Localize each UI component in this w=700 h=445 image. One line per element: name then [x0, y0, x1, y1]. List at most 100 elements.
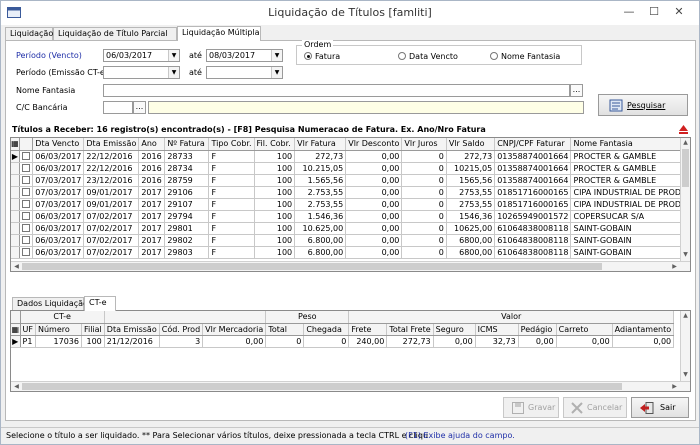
- checkbox-icon[interactable]: [22, 199, 31, 208]
- close-button[interactable]: ✕: [667, 3, 691, 21]
- tab-liquidacao-parcial[interactable]: Liquidação de Título Parcial: [53, 27, 177, 41]
- cte-horizontal-scrollbar[interactable]: ◀ ▶: [11, 381, 690, 391]
- chevron-down-icon[interactable]: ▼: [168, 50, 179, 61]
- checkbox-icon[interactable]: [22, 163, 31, 172]
- tab-dados-liquidacao[interactable]: Dados Liquidação: [12, 297, 88, 311]
- col-total-frete[interactable]: Total Frete: [386, 323, 434, 336]
- scroll-right-icon[interactable]: ▶: [670, 262, 679, 271]
- scroll-down-icon[interactable]: ▼: [681, 371, 690, 380]
- table-row[interactable]: 06/03/2017 07/02/2017 2017 29794 F 100 1.546,3…: [11, 210, 690, 223]
- row-checkbox[interactable]: [19, 210, 34, 223]
- titulos-horizontal-scrollbar[interactable]: ◀ ▶: [11, 261, 690, 271]
- periodo-emissao-from[interactable]: ▼: [103, 66, 180, 79]
- col-n-fatura[interactable]: Nº Fatura: [164, 138, 210, 151]
- tab-cte[interactable]: CT-e: [84, 296, 116, 311]
- scroll-thumb[interactable]: [22, 263, 602, 270]
- col-peso-total[interactable]: Total: [265, 323, 305, 336]
- scroll-left-icon[interactable]: ◀: [12, 382, 21, 391]
- row-checkbox[interactable]: [19, 246, 34, 259]
- radio-fatura[interactable]: Fatura: [304, 52, 340, 61]
- radio-nome-fantasia[interactable]: Nome Fantasia: [490, 52, 560, 61]
- cc-bancaria-input[interactable]: [103, 101, 133, 114]
- checkbox-icon[interactable]: [22, 211, 31, 220]
- titulos-vertical-scrollbar[interactable]: ▲ ▼: [680, 138, 690, 261]
- col-uf[interactable]: UF: [20, 323, 36, 336]
- nome-fantasia-lookup-button[interactable]: ...: [570, 84, 583, 97]
- table-row[interactable]: 07/03/2017 23/12/2016 2016 28759 F 100 1.565,5…: [11, 174, 690, 187]
- checkbox-icon[interactable]: [22, 175, 31, 184]
- col-vlr-juros[interactable]: Vlr Juros: [401, 138, 447, 151]
- col-carreto[interactable]: Carreto: [556, 323, 613, 336]
- col-dta-emissao[interactable]: Dta Emissão: [83, 138, 140, 151]
- scroll-thumb[interactable]: [682, 149, 689, 187]
- col-nome-fantasia[interactable]: Nome Fantasia: [570, 138, 690, 151]
- chevron-down-icon[interactable]: ▼: [168, 67, 179, 78]
- table-row[interactable]: 07/03/2017 09/01/2017 2017 29107 F 100 2.753,5…: [11, 198, 690, 211]
- sair-button[interactable]: Sair: [631, 397, 689, 418]
- table-row[interactable]: 06/03/2017 07/02/2017 2017 29803 F 100 6.800,0…: [11, 246, 690, 259]
- tab-liquidacao[interactable]: Liquidação: [5, 27, 53, 41]
- col-icms[interactable]: ICMS: [475, 323, 519, 336]
- table-row[interactable]: 06/03/2017 07/02/2017 2017 29802 F 100 6.800,0…: [11, 234, 690, 247]
- table-row[interactable]: 06/03/2017 07/02/2017 2017 29801 F 100 10.625,…: [11, 222, 690, 235]
- cte-vertical-scrollbar[interactable]: ▲ ▼: [680, 311, 690, 381]
- col-peso-chegada[interactable]: Chegada: [303, 323, 350, 336]
- col-frete[interactable]: Frete: [348, 323, 388, 336]
- row-checkbox[interactable]: [19, 174, 34, 187]
- periodo-vencto-to[interactable]: 08/03/2017 ▼: [206, 49, 283, 62]
- scroll-right-icon[interactable]: ▶: [670, 382, 679, 391]
- checkbox-icon[interactable]: [22, 235, 31, 244]
- chevron-down-icon[interactable]: ▼: [271, 67, 282, 78]
- col-fil-cobr[interactable]: Fil. Cobr.: [254, 138, 296, 151]
- table-row[interactable]: 07/03/2017 09/01/2017 2017 29106 F 100 2.753,5…: [11, 186, 690, 199]
- row-checkbox[interactable]: [19, 234, 34, 247]
- tab-liquidacao-multipla[interactable]: Liquidação Múltipla: [177, 26, 261, 41]
- col-adiantamento[interactable]: Adiantamento: [612, 323, 675, 336]
- arrow-up-icon[interactable]: [679, 125, 688, 134]
- periodo-emissao-to[interactable]: ▼: [206, 66, 283, 79]
- minimize-button[interactable]: —: [617, 3, 641, 21]
- maximize-button[interactable]: ☐: [642, 3, 666, 21]
- checkbox-icon[interactable]: [22, 223, 31, 232]
- col-ano[interactable]: Ano: [138, 138, 166, 151]
- col-seguro[interactable]: Seguro: [433, 323, 476, 336]
- checkbox-icon[interactable]: [22, 151, 31, 160]
- table-row[interactable]: 06/03/2017 22/12/2016 2016 28734 F 100 10.215,…: [11, 162, 690, 175]
- periodo-vencto-from[interactable]: 06/03/2017 ▼: [103, 49, 180, 62]
- scroll-thumb[interactable]: [22, 383, 622, 390]
- row-checkbox[interactable]: [19, 150, 34, 163]
- row-checkbox[interactable]: [19, 198, 34, 211]
- select-all-icon[interactable]: ▦: [11, 323, 21, 336]
- row-checkbox[interactable]: [19, 162, 34, 175]
- scroll-up-icon[interactable]: ▲: [681, 139, 690, 148]
- checkbox-icon[interactable]: [22, 187, 31, 196]
- scroll-down-icon[interactable]: ▼: [681, 251, 690, 260]
- col-numero[interactable]: Número: [35, 323, 82, 336]
- cancelar-button[interactable]: Cancelar: [563, 397, 627, 418]
- scroll-up-icon[interactable]: ▲: [681, 312, 690, 321]
- row-checkbox[interactable]: [19, 186, 34, 199]
- col-dta-vencto[interactable]: Dta Vencto: [32, 138, 85, 151]
- col-filial[interactable]: Filial: [81, 323, 105, 336]
- chevron-down-icon[interactable]: ▼: [271, 50, 282, 61]
- col-dta-emissao[interactable]: Dta Emissão: [104, 323, 160, 336]
- scroll-left-icon[interactable]: ◀: [12, 262, 21, 271]
- table-row[interactable]: ▶ 06/03/2017 22/12/2016 2016 28733 F 100 272,73…: [11, 150, 690, 163]
- cc-bancaria-lookup-button[interactable]: ...: [133, 101, 146, 114]
- col-vlr-desconto[interactable]: Vlr Desconto: [345, 138, 403, 151]
- gravar-button[interactable]: Gravar: [503, 397, 559, 418]
- table-row[interactable]: ▶ P1 17036 100 21/12/2016 3 0,00 0 0 240,00 272,73…: [11, 335, 675, 348]
- col-vlr-fatura[interactable]: Vlr Fatura: [294, 138, 347, 151]
- select-all-icon[interactable]: ▦: [11, 138, 20, 151]
- nome-fantasia-input[interactable]: [103, 84, 570, 97]
- col-vlr-saldo[interactable]: Vlr Saldo: [446, 138, 496, 151]
- radio-data-vencto[interactable]: Data Vencto: [398, 52, 458, 61]
- col-tipo-cobr[interactable]: Tipo Cobr.: [208, 138, 255, 151]
- checkbox-icon[interactable]: [22, 247, 31, 256]
- col-cnpj-cpf[interactable]: CNPJ/CPF Faturar: [494, 138, 572, 151]
- col-cod-prod[interactable]: Cód. Prod: [159, 323, 204, 336]
- col-pedagio[interactable]: Pedágio: [518, 323, 557, 336]
- row-checkbox[interactable]: [19, 222, 34, 235]
- col-vlr-mercadoria[interactable]: Vlr Mercadoria: [202, 323, 267, 336]
- pesquisar-button[interactable]: Pesquisar: [598, 94, 688, 116]
